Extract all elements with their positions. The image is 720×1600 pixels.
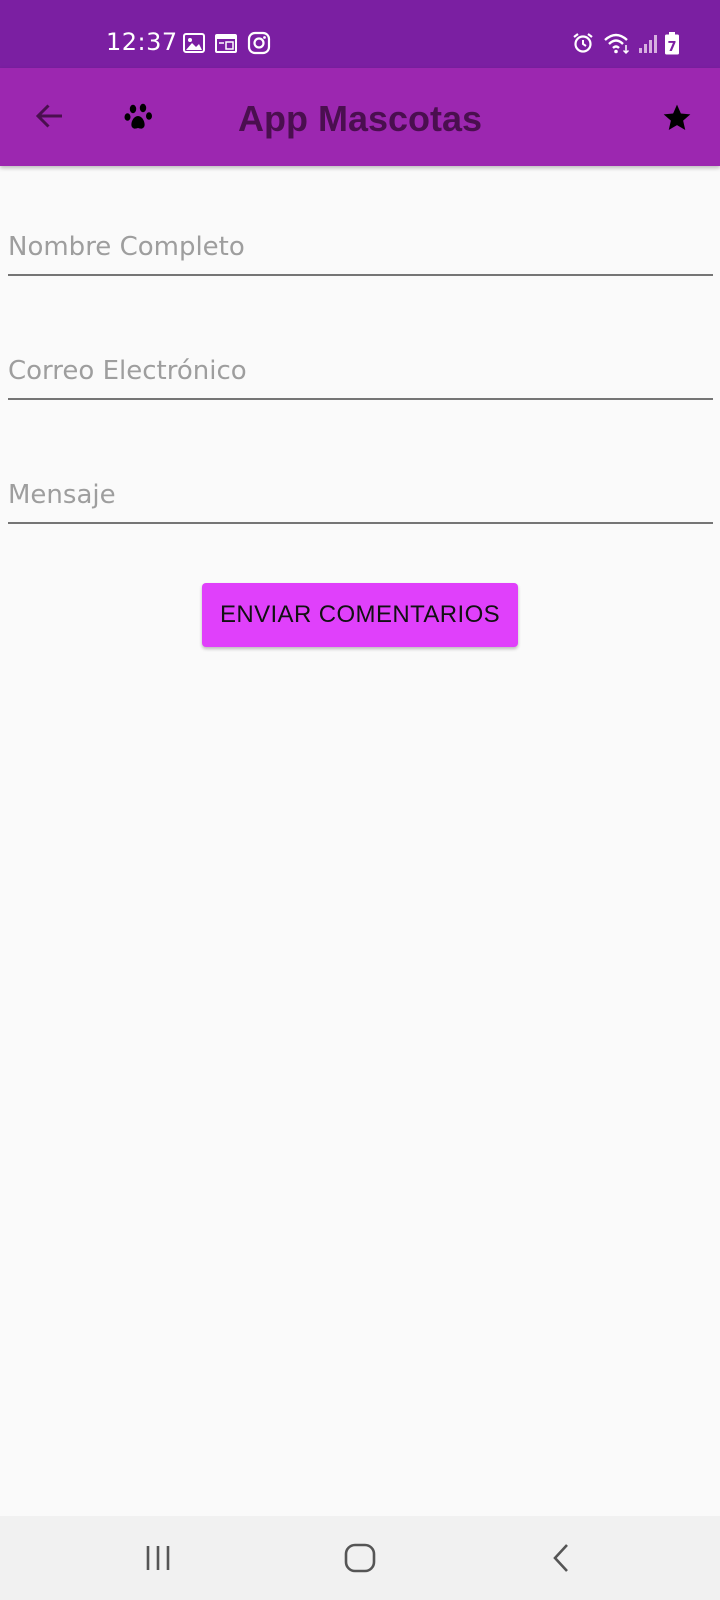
battery-icon: 7	[665, 32, 679, 55]
name-input[interactable]	[8, 220, 713, 274]
app-bar: App Mascotas	[0, 68, 720, 166]
email-input[interactable]	[8, 344, 713, 398]
home-icon[interactable]	[342, 1540, 378, 1576]
instagram-icon	[247, 31, 271, 55]
alarm-icon	[573, 33, 593, 53]
message-input[interactable]	[8, 468, 713, 522]
calendar-icon	[215, 34, 237, 53]
message-field[interactable]	[8, 468, 713, 524]
image-icon	[183, 33, 205, 53]
status-bar: 12:37 7	[0, 0, 720, 68]
back-icon[interactable]	[544, 1540, 580, 1576]
svg-text:7: 7	[667, 40, 676, 55]
wifi-icon	[604, 33, 630, 55]
star-icon[interactable]	[661, 102, 693, 134]
signal-icon	[639, 35, 657, 53]
email-field[interactable]	[8, 344, 713, 400]
page-title: App Mascotas	[237, 98, 483, 139]
status-time: 12:37	[106, 28, 178, 56]
send-feedback-button[interactable]: ENVIAR COMENTARIOS	[202, 583, 518, 647]
name-field[interactable]	[8, 220, 713, 276]
recent-apps-icon[interactable]	[140, 1540, 176, 1576]
navigation-bar	[0, 1516, 720, 1600]
